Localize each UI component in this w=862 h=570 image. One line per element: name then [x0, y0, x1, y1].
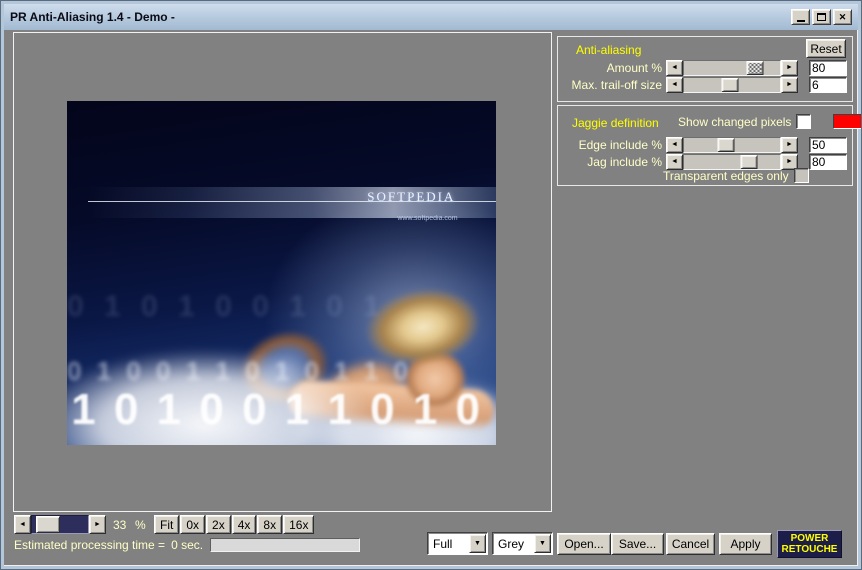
- anti-aliasing-panel: Anti-aliasing Reset Amount % ◄ ► Max. tr…: [557, 36, 853, 102]
- edge-include-row: Edge include % ◄ ►: [562, 136, 847, 153]
- transparent-edges-label: Transparent edges only: [663, 168, 789, 183]
- zoom-16x-button[interactable]: 16x: [283, 515, 315, 534]
- edge-right-arrow-icon[interactable]: ►: [781, 136, 798, 153]
- maximize-button[interactable]: [812, 9, 831, 25]
- show-changed-label: Show changed pixels: [678, 114, 792, 129]
- edge-include-label: Edge include %: [578, 137, 662, 152]
- reset-button[interactable]: Reset: [806, 39, 846, 58]
- amount-input[interactable]: [809, 59, 847, 76]
- logo-line1: POWER: [790, 533, 829, 544]
- jaggie-definition-panel: Jaggie definition Show changed pixels Ed…: [557, 105, 861, 186]
- close-button[interactable]: ✕: [833, 9, 852, 25]
- amount-right-arrow-icon[interactable]: ►: [781, 59, 798, 76]
- trailoff-slider-thumb[interactable]: [721, 77, 739, 92]
- zoom-0x-button[interactable]: 0x: [180, 515, 206, 534]
- edge-slider-thumb[interactable]: [717, 137, 735, 152]
- zoom-right-arrow-icon[interactable]: ►: [89, 515, 106, 534]
- edge-include-slider[interactable]: ◄ ►: [666, 136, 798, 153]
- trailoff-left-arrow-icon[interactable]: ◄: [666, 76, 683, 93]
- trailoff-slider-track[interactable]: [683, 76, 781, 93]
- logo-line2: RETOUCHE: [781, 544, 838, 555]
- apply-button[interactable]: Apply: [719, 533, 772, 555]
- jaggie-title: Jaggie definition: [572, 116, 659, 130]
- jag-slider-thumb[interactable]: [740, 154, 758, 169]
- maximize-icon: [817, 13, 826, 21]
- view-dropdown[interactable]: Full ▼: [427, 532, 488, 555]
- zoom-2x-button[interactable]: 2x: [206, 515, 231, 534]
- anti-aliasing-title: Anti-aliasing: [576, 43, 642, 57]
- power-retouche-logo[interactable]: POWER RETOUCHE: [777, 530, 842, 558]
- status-line: Estimated processing time = 0 sec.: [14, 538, 203, 552]
- channel-dropdown[interactable]: Grey ▼: [492, 532, 553, 555]
- preview-panel: 0 1 0 1 0 0 1 0 1 SOFTPEDIA www.softpedi…: [13, 32, 552, 512]
- processing-time-value: 0 sec.: [171, 538, 204, 552]
- window-title: PR Anti-Aliasing 1.4 - Demo -: [10, 10, 175, 24]
- save-button[interactable]: Save...: [611, 533, 664, 555]
- zoom-track[interactable]: [31, 515, 89, 534]
- binary-digits-large: 1 0 1 0 0 1 1 0 1 0: [71, 384, 484, 434]
- app-window: PR Anti-Aliasing 1.4 - Demo - ✕ 0 1 0 1 …: [0, 0, 862, 570]
- amount-label: Amount %: [606, 60, 662, 75]
- open-button[interactable]: Open...: [557, 533, 611, 555]
- edge-left-arrow-icon[interactable]: ◄: [666, 136, 683, 153]
- show-changed-checkbox[interactable]: [796, 114, 812, 129]
- trailoff-input[interactable]: [809, 76, 847, 93]
- amount-left-arrow-icon[interactable]: ◄: [666, 59, 683, 76]
- edge-slider-track[interactable]: [683, 136, 781, 153]
- amount-row: Amount % ◄ ►: [562, 59, 847, 76]
- zoom-left-arrow-icon[interactable]: ◄: [14, 515, 31, 534]
- minimize-button[interactable]: [791, 9, 810, 25]
- progress-bar: [210, 538, 360, 552]
- amount-slider-thumb[interactable]: [746, 60, 764, 75]
- transparent-edges-row: Transparent edges only: [663, 168, 809, 183]
- close-icon: ✕: [838, 11, 847, 22]
- channel-dropdown-arrow-icon[interactable]: ▼: [534, 534, 551, 553]
- trailoff-label: Max. trail-off size: [571, 77, 662, 92]
- amount-slider[interactable]: ◄ ►: [666, 59, 798, 76]
- minimize-icon: [796, 20, 805, 22]
- channel-dropdown-value: Grey: [498, 536, 525, 551]
- zoom-fit-button[interactable]: Fit: [154, 515, 180, 534]
- zoom-8x-button[interactable]: 8x: [257, 515, 283, 534]
- zoom-preset-buttons: Fit 0x 2x 4x 8x 16x: [154, 515, 315, 534]
- zoom-thumb[interactable]: [36, 516, 61, 533]
- zoom-value: 33: [113, 518, 127, 532]
- view-dropdown-value: Full: [433, 536, 453, 551]
- processing-time-label: Estimated processing time =: [14, 538, 166, 552]
- title-bar[interactable]: PR Anti-Aliasing 1.4 - Demo - ✕: [4, 4, 858, 30]
- jag-include-input[interactable]: [809, 153, 847, 170]
- amount-slider-track[interactable]: [683, 59, 781, 76]
- trailoff-right-arrow-icon[interactable]: ►: [781, 76, 798, 93]
- highlight-color-swatch[interactable]: [833, 114, 861, 129]
- content-area: 0 1 0 1 0 0 1 0 1 SOFTPEDIA www.softpedi…: [4, 30, 861, 566]
- view-dropdown-arrow-icon[interactable]: ▼: [469, 534, 486, 553]
- transparent-edges-checkbox[interactable]: [793, 168, 809, 183]
- zoom-4x-button[interactable]: 4x: [231, 515, 257, 534]
- preview-image[interactable]: 0 1 0 1 0 0 1 0 1 SOFTPEDIA www.softpedi…: [67, 101, 496, 445]
- zoom-unit: %: [135, 518, 146, 532]
- cancel-button[interactable]: Cancel: [666, 533, 715, 555]
- trailoff-slider[interactable]: ◄ ►: [666, 76, 798, 93]
- window-controls: ✕: [791, 9, 852, 25]
- show-changed-row: Show changed pixels: [678, 114, 861, 129]
- jag-include-label: Jag include %: [587, 154, 662, 169]
- zoom-scrollbar[interactable]: ◄ ►: [14, 515, 106, 534]
- trailoff-row: Max. trail-off size ◄ ►: [562, 76, 847, 93]
- edge-include-input[interactable]: [809, 136, 847, 153]
